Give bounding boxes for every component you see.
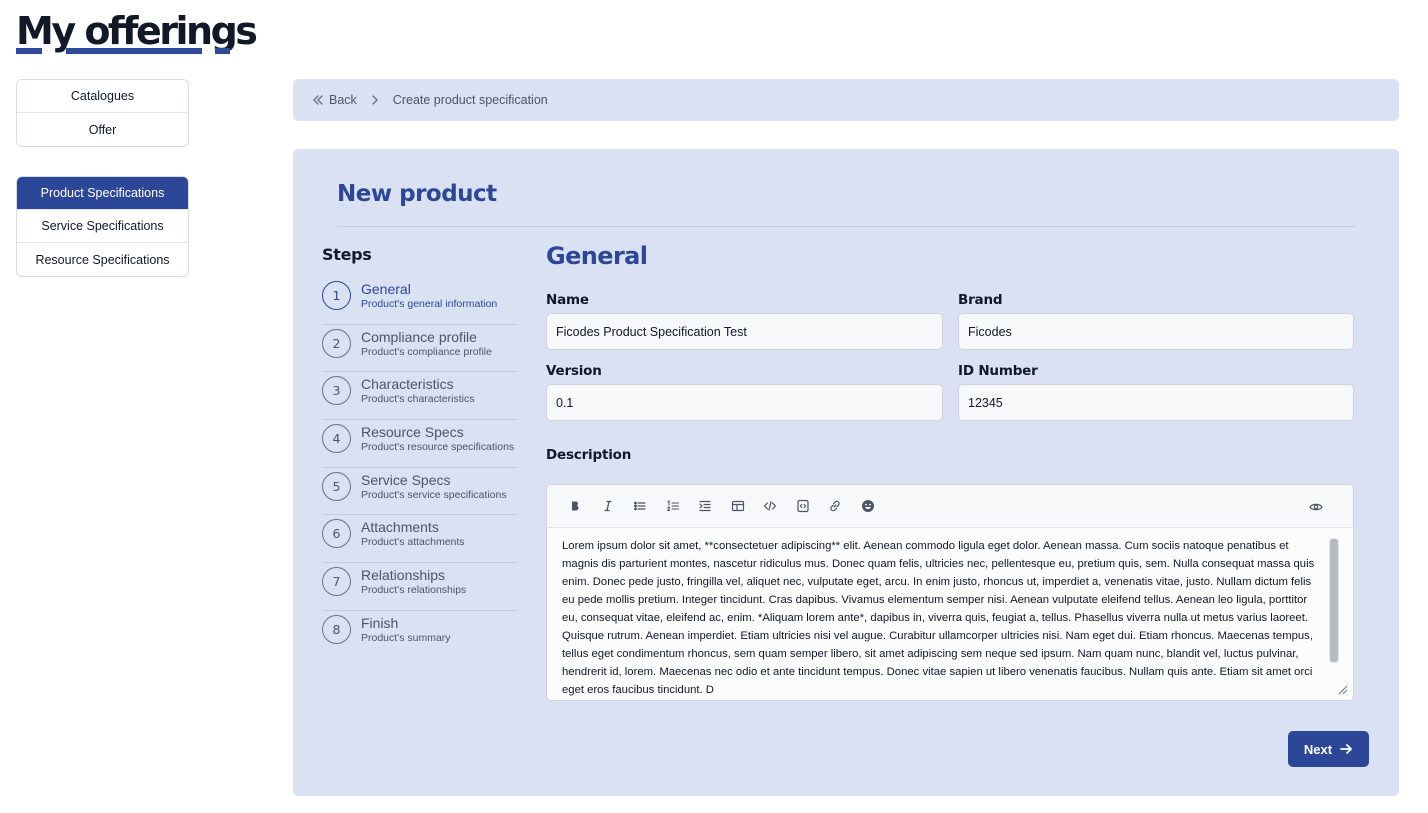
next-button[interactable]: Next [1288, 731, 1369, 767]
nav-item-service-specifications[interactable]: Service Specifications [17, 210, 188, 243]
step-description: Product's attachments [361, 536, 465, 549]
id-number-label: ID Number [958, 363, 1038, 379]
step-compliance-profile[interactable]: 2 Compliance profile Product's compliance… [322, 325, 518, 373]
step-number: 5 [322, 471, 351, 501]
nav-item-product-specifications[interactable]: Product Specifications [17, 177, 188, 210]
nav-item-catalogues[interactable]: Catalogues [17, 80, 188, 113]
step-name: Finish [361, 614, 399, 631]
back-label: Back [329, 93, 357, 107]
divider [337, 226, 1355, 227]
step-description: Product's summary [361, 631, 451, 644]
step-name: Compliance profile [361, 328, 477, 345]
step-description: Product's service specifications [361, 488, 507, 501]
step-number: 6 [322, 519, 351, 549]
step-name: Relationships [361, 567, 446, 584]
title-underline [16, 48, 42, 54]
code-block-icon[interactable] [792, 495, 814, 517]
description-textarea[interactable]: Lorem ipsum dolor sit amet, **consectetu… [547, 528, 1353, 700]
step-number: 2 [322, 328, 351, 358]
step-general[interactable]: 1 General Product's general information [322, 277, 518, 325]
step-number: 3 [322, 376, 351, 406]
numbered-list-icon[interactable] [662, 495, 684, 517]
step-number: 7 [322, 567, 351, 597]
double-chevron-left-icon [313, 95, 323, 105]
steps-list: 1 General Product's general information 2… [322, 277, 518, 659]
id-number-field[interactable] [958, 384, 1354, 421]
eye-icon[interactable] [1305, 496, 1327, 518]
back-link[interactable]: Back [311, 93, 357, 107]
code-icon[interactable] [759, 495, 781, 517]
step-name: Service Specs [361, 471, 451, 488]
step-number: 8 [322, 614, 351, 644]
step-description: Product's general information [361, 298, 498, 310]
nav-item-offer[interactable]: Offer [17, 113, 188, 146]
bold-icon[interactable] [564, 495, 586, 517]
step-description: Product's characteristics [361, 393, 475, 406]
indent-icon[interactable] [694, 495, 716, 517]
brand-label: Brand [958, 292, 1003, 308]
step-name: Attachments [361, 519, 439, 536]
arrow-right-icon [1340, 744, 1352, 754]
specifications-nav: Product Specifications Service Specifica… [16, 176, 189, 277]
version-label: Version [546, 363, 602, 379]
editor-scrollbar[interactable] [1329, 538, 1339, 663]
title-underline [215, 48, 230, 54]
create-product-panel: New product Steps 1 General Product's gen… [293, 149, 1399, 796]
breadcrumb-current: Create product specification [392, 93, 548, 107]
steps-heading: Steps [322, 245, 372, 264]
step-service-specs[interactable]: 5 Service Specs Product's service specifi… [322, 468, 518, 516]
form-section-title: General [546, 242, 648, 270]
nav-item-resource-specifications[interactable]: Resource Specifications [17, 243, 188, 276]
editor-toolbar [547, 485, 1353, 528]
name-field[interactable] [546, 313, 943, 350]
table-icon[interactable] [727, 495, 749, 517]
resize-handle-icon[interactable] [1337, 684, 1348, 695]
version-field[interactable] [546, 384, 943, 421]
step-description: Product's relationships [361, 584, 467, 597]
step-number: 4 [322, 424, 351, 454]
chevron-right-icon [369, 94, 381, 106]
description-label: Description [546, 447, 632, 463]
title-underline [66, 48, 202, 54]
step-resource-specs[interactable]: 4 Resource Specs Product's resource speci… [322, 420, 518, 468]
emoji-icon[interactable] [857, 495, 879, 517]
description-editor: Lorem ipsum dolor sit amet, **consectetu… [546, 484, 1354, 701]
step-description: Product's compliance profile [361, 345, 492, 358]
step-name: Resource Specs [361, 424, 464, 441]
step-number: 1 [322, 281, 351, 310]
bullet-list-icon[interactable] [629, 495, 651, 517]
step-characteristics[interactable]: 3 Characteristics Product's characteristi… [322, 372, 518, 421]
link-icon[interactable] [824, 495, 846, 517]
page-title-block: My offerings [16, 8, 258, 56]
step-name: General [361, 281, 411, 297]
step-relationships[interactable]: 7 Relationships Product's relationships [322, 563, 518, 611]
panel-title: New product [337, 181, 497, 207]
offerings-nav: Catalogues Offer [16, 79, 189, 147]
brand-field[interactable] [958, 313, 1354, 350]
italic-icon[interactable] [597, 495, 619, 517]
step-attachments[interactable]: 6 Attachments Product's attachments [322, 515, 518, 564]
name-label: Name [546, 292, 589, 308]
step-finish[interactable]: 8 Finish Product's summary [322, 611, 518, 659]
next-label: Next [1303, 741, 1333, 757]
scrollbar-thumb[interactable] [1330, 539, 1338, 662]
breadcrumb: Back Create product specification [293, 79, 1399, 121]
step-name: Characteristics [361, 376, 454, 393]
step-description: Product's resource specifications [361, 441, 515, 454]
